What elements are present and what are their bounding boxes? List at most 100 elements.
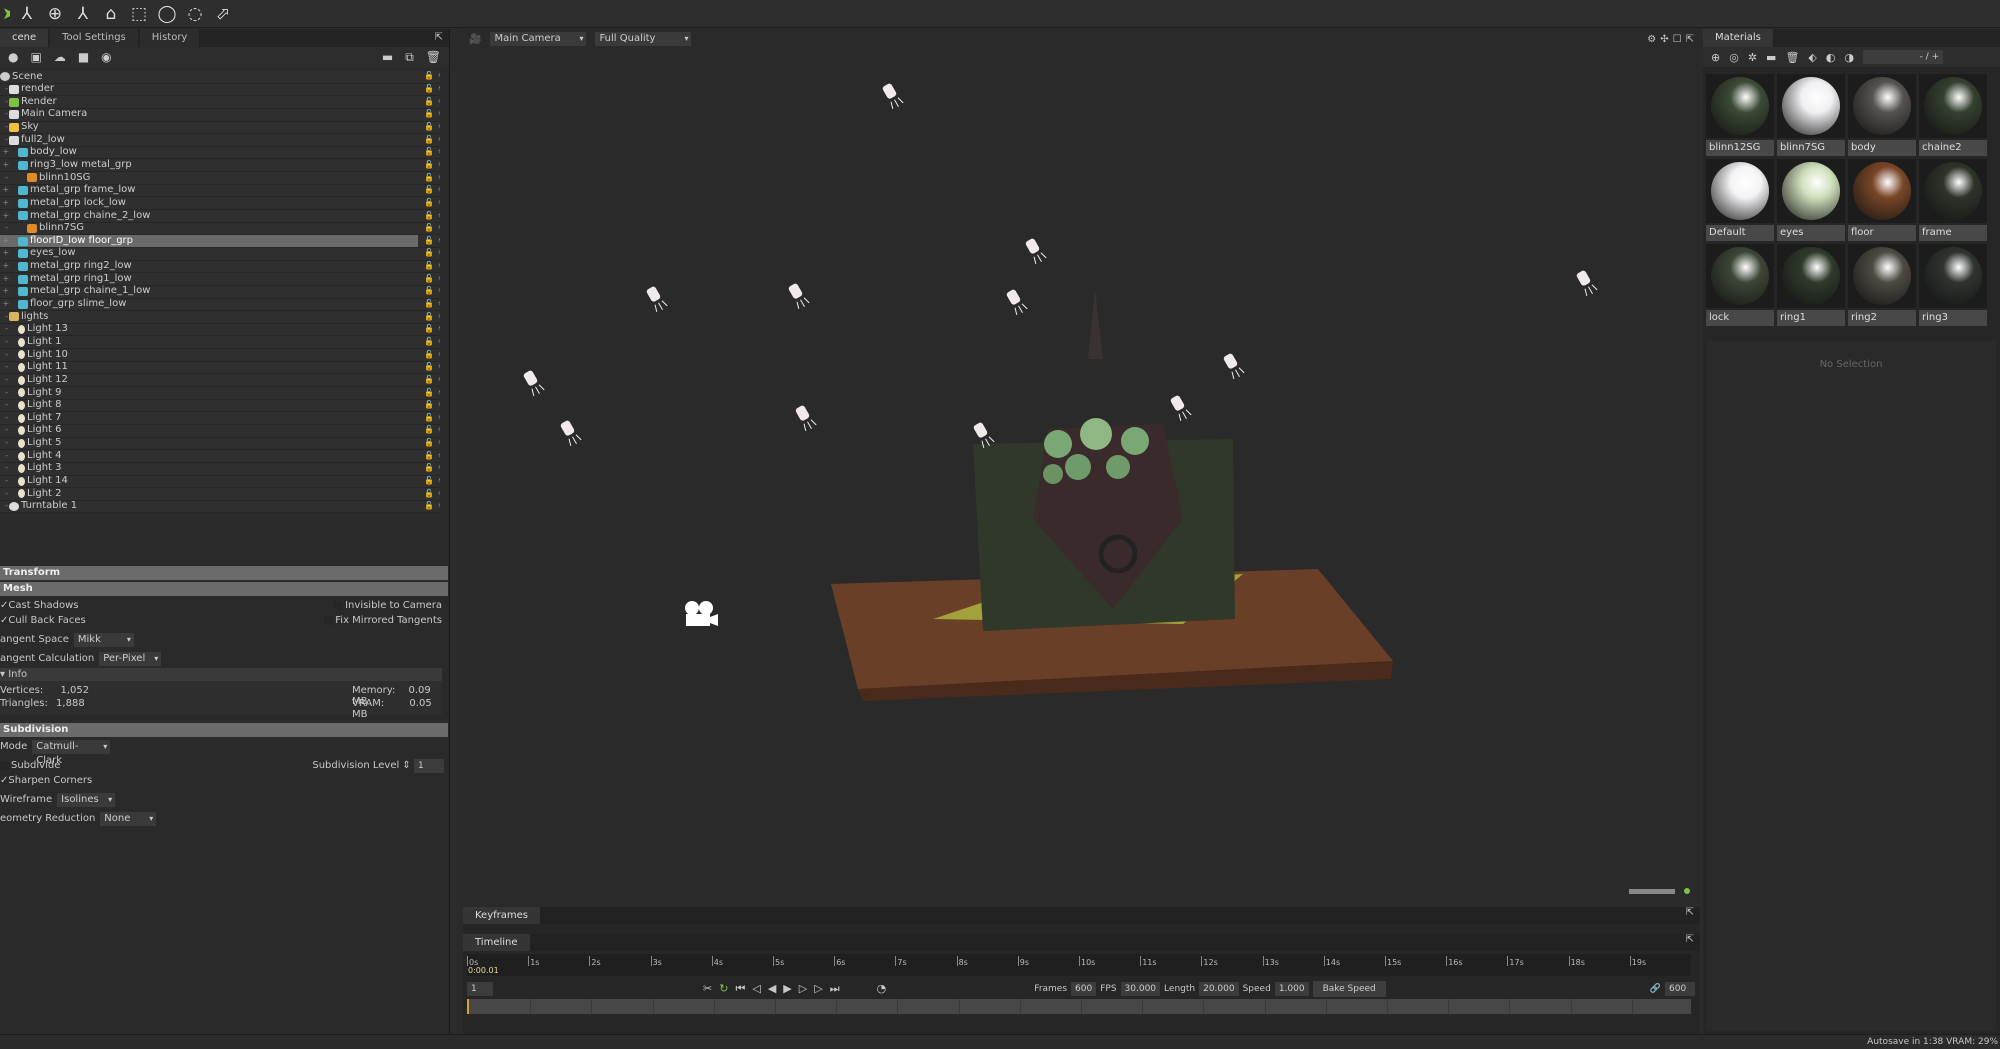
skip-end-icon[interactable]: ⏭ (830, 982, 840, 996)
import-icon[interactable]: ◐ (1826, 51, 1836, 64)
lock-icon[interactable]: 🔓 (424, 172, 434, 185)
current-frame-input[interactable]: 1 (467, 982, 493, 996)
timeline-ruler[interactable]: 0:00.01 0s 1s 2s 3s 4s 5s 6s 7s 8s 9s 10s 11s 12s 13s… (467, 954, 1691, 976)
duplicate-icon[interactable]: ⧉ (405, 50, 414, 65)
invisible-to-camera-checkbox[interactable]: Invisible to Camera (334, 600, 448, 611)
rect-select-icon[interactable]: ⬚ (128, 3, 150, 25)
tree-item[interactable]: +metal_grp chaine_1_low🔓👁 (0, 285, 440, 299)
visibility-eye-icon[interactable]: 👁 (438, 184, 440, 197)
material-thumbnail[interactable]: blinn12SG (1706, 74, 1774, 158)
tab-tool-settings[interactable]: Tool Settings (50, 29, 138, 47)
tree-item[interactable]: -Light 12🔓👁 (0, 374, 440, 388)
section-subdivision[interactable]: Subdivision (0, 723, 448, 737)
lock-icon[interactable]: 🔓 (424, 235, 434, 248)
lock-icon[interactable]: 🔓 (424, 488, 434, 501)
tree-item[interactable]: +metal_grp chaine_2_low🔓👁 (0, 210, 440, 223)
tree-item[interactable]: +ring3_low metal_grp🔓👁 (0, 159, 440, 173)
rotate-gizmo-icon[interactable]: ⊕ (44, 3, 66, 25)
tree-item[interactable]: -blinn10SG🔓👁 (0, 172, 440, 185)
material-thumbnail[interactable]: floor (1848, 159, 1916, 243)
lock-icon[interactable]: 🔓 (424, 71, 434, 83)
new-folder-icon[interactable]: ▬ (382, 50, 393, 64)
lock-icon[interactable]: 🔓 (424, 361, 434, 374)
visibility-eye-icon[interactable]: 👁 (438, 71, 440, 83)
next-key-icon[interactable]: ▷ (814, 982, 822, 996)
light-gizmo-icon[interactable] (559, 419, 582, 447)
light-gizmo-icon[interactable] (1024, 237, 1047, 265)
visibility-eye-icon[interactable]: 👁 (438, 336, 440, 349)
lock-icon[interactable]: 🔓 (424, 121, 434, 134)
material-thumbnail[interactable]: ring1 (1777, 244, 1845, 328)
material-thumbnail[interactable]: Default (1706, 159, 1774, 243)
length-input[interactable]: 20.000 (1199, 982, 1239, 996)
wireframe-dropdown[interactable]: Isolines (57, 792, 116, 807)
lock-icon[interactable]: 🔓 (424, 184, 434, 197)
fps-input[interactable]: 30.000 (1120, 982, 1161, 996)
light-gizmo-icon[interactable] (645, 285, 668, 313)
lock-icon[interactable]: 🔓 (424, 387, 434, 400)
tree-item[interactable]: -Light 3🔓👁 (0, 462, 440, 476)
visibility-eye-icon[interactable]: 👁 (438, 222, 440, 235)
tree-item[interactable]: +floorID_low floor_grp🔓👁 (0, 235, 440, 248)
visibility-eye-icon[interactable]: 👁 (438, 298, 440, 311)
speed-input[interactable]: 1.000 (1274, 982, 1309, 996)
split-view-icon[interactable]: ✣ (1660, 34, 1668, 45)
tangent-space-dropdown[interactable]: Mikk (73, 632, 134, 647)
visibility-eye-icon[interactable]: 👁 (438, 374, 440, 387)
lock-icon[interactable]: 🔓 (424, 146, 434, 159)
visibility-eye-icon[interactable]: 👁 (438, 210, 440, 223)
tree-item[interactable]: +metal_grp lock_low🔓👁 (0, 197, 440, 211)
add-light-icon[interactable]: ● (8, 50, 18, 64)
lock-icon[interactable]: 🔓 (424, 323, 434, 336)
section-transform[interactable]: Transform (0, 566, 448, 580)
camera-gizmo-icon[interactable] (685, 601, 718, 626)
tree-item[interactable]: -Light 13🔓👁 (0, 323, 440, 337)
delete-icon[interactable]: 🗑 (1785, 51, 1799, 64)
tree-item[interactable]: -Turntable 1🔓👁 (0, 500, 440, 514)
visibility-eye-icon[interactable]: 👁 (438, 349, 440, 362)
end-frame-input[interactable]: 600 (1665, 982, 1695, 996)
visibility-eye-icon[interactable]: 👁 (438, 437, 440, 450)
visibility-eye-icon[interactable]: 👁 (438, 387, 440, 400)
light-gizmo-icon[interactable] (1169, 394, 1192, 422)
material-thumbnail[interactable]: body (1848, 74, 1916, 158)
maximize-icon[interactable]: ☐ (1673, 34, 1682, 45)
material-thumbnail[interactable]: frame (1919, 159, 1987, 243)
duplicate-material-icon[interactable]: ◎ (1729, 51, 1739, 64)
loop-icon[interactable]: ↻ (719, 982, 728, 996)
add-sky-icon[interactable]: ☁ (54, 50, 66, 64)
thumbnail-zoom-slider[interactable]: - / + (1863, 50, 1944, 64)
skip-start-icon[interactable]: ⏮ (735, 982, 745, 996)
tree-item[interactable]: -full2_low🔓👁 (0, 134, 440, 147)
quality-dropdown[interactable]: Full Quality (595, 32, 692, 46)
light-gizmo-icon[interactable] (787, 282, 810, 310)
play-icon[interactable]: ▶ (783, 982, 791, 996)
mode-dropdown[interactable]: Catmull-Clark (32, 739, 111, 766)
lock-icon[interactable]: 🔓 (424, 83, 434, 96)
visibility-eye-icon[interactable]: 👁 (438, 424, 440, 437)
lock-icon[interactable]: 🔓 (424, 311, 434, 324)
material-thumbnail[interactable]: chaine2 (1919, 74, 1987, 158)
material-thumbnail[interactable]: blinn7SG (1777, 74, 1845, 158)
tree-item[interactable]: Scene 🔓 👁 (0, 71, 440, 84)
visibility-eye-icon[interactable]: 👁 (438, 121, 440, 134)
light-gizmo-icon[interactable] (1222, 352, 1245, 380)
lock-icon[interactable]: 🔓 (424, 424, 434, 437)
popout-icon[interactable]: ⇱ (435, 29, 449, 47)
visibility-eye-icon[interactable]: 👁 (438, 273, 440, 286)
material-thumbnail[interactable]: ring2 (1848, 244, 1916, 328)
visibility-eye-icon[interactable]: 👁 (438, 488, 440, 501)
prev-key-icon[interactable]: ◁ (752, 982, 760, 996)
tree-item[interactable]: -Sky🔓👁 (0, 121, 440, 135)
light-gizmo-icon[interactable] (1575, 269, 1598, 297)
light-gizmo-icon[interactable] (881, 82, 904, 110)
tree-item[interactable]: -lights🔓👁 (0, 311, 440, 324)
tree-item[interactable]: +metal_grp frame_low🔓👁 (0, 184, 440, 198)
lock-icon[interactable]: 🔓 (424, 412, 434, 425)
tree-item[interactable]: -blinn7SG🔓👁 (0, 222, 440, 236)
tree-item[interactable]: -Light 8🔓👁 (0, 399, 440, 413)
visibility-eye-icon[interactable]: 👁 (438, 311, 440, 324)
subdivide-checkbox[interactable]: Subdivide (0, 760, 60, 771)
cast-shadows-checkbox[interactable]: ✓Cast Shadows (0, 600, 78, 611)
tree-item[interactable]: -Light 4🔓👁 (0, 450, 440, 463)
